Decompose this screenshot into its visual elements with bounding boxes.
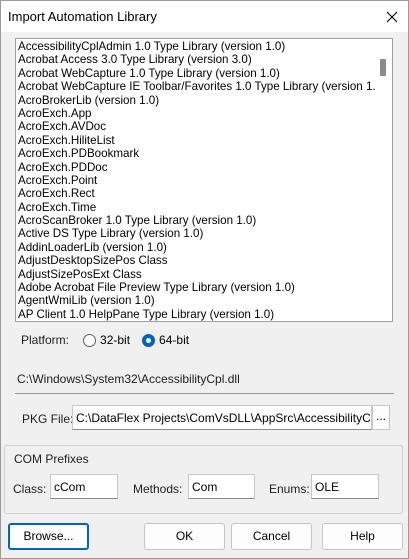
library-list-item[interactable]: Acrobat Access 3.0 Type Library (version…: [16, 53, 375, 66]
scrollbar-thumb[interactable]: [380, 59, 386, 76]
library-list-item[interactable]: AcroExch.Point: [16, 174, 375, 187]
list-scrollbar[interactable]: [375, 39, 392, 321]
library-list-item[interactable]: AcroScanBroker 1.0 Type Library (version…: [16, 214, 375, 227]
platform-label: Platform:: [21, 333, 70, 347]
methods-prefix-label: Methods:: [133, 482, 183, 496]
help-button[interactable]: Help: [322, 523, 403, 550]
cancel-button[interactable]: Cancel: [231, 523, 312, 550]
library-list-item[interactable]: AcroExch.Rect: [16, 187, 375, 200]
library-path-display: C:\Windows\System32\AccessibilityCpl.dll: [15, 368, 394, 394]
library-list-item[interactable]: AcroExch.PDDoc: [16, 161, 375, 174]
class-prefix-input[interactable]: cCom: [50, 474, 118, 499]
methods-prefix-input[interactable]: Com: [188, 474, 255, 499]
pkg-file-label: PKG File:: [22, 412, 74, 426]
library-list-item[interactable]: Active DS Type Library (version 1.0): [16, 227, 375, 240]
radio-64-bit[interactable]: 64-bit: [142, 333, 189, 347]
library-list-item[interactable]: AcroBrokerLib (version 1.0): [16, 94, 375, 107]
radio-64-bit-label: 64-bit: [159, 333, 190, 347]
library-list-item[interactable]: Acrobat WebCapture IE Toolbar/Favorites …: [16, 80, 375, 93]
radio-circle-icon: [83, 333, 97, 347]
class-prefix-label: Class:: [13, 482, 47, 496]
library-list-item[interactable]: AP Client 1.0 HelpPane Type Library (ver…: [16, 308, 375, 321]
library-list-item[interactable]: AdjustDesktopSizePos Class: [16, 254, 375, 267]
library-list-item[interactable]: Acrobat WebCapture 1.0 Type Library (ver…: [16, 67, 375, 80]
library-list-item[interactable]: AdjustSizePosExt Class: [16, 268, 375, 281]
enums-prefix-label: Enums:: [269, 482, 310, 496]
title-bar: Import Automation Library: [0, 0, 409, 32]
library-list-item[interactable]: AddinLoaderLib (version 1.0): [16, 241, 375, 254]
close-icon: [386, 11, 398, 22]
close-button[interactable]: [376, 1, 408, 32]
browse-button[interactable]: Browse...: [8, 523, 89, 550]
pkg-file-input[interactable]: C:\DataFlex Projects\ComVsDLL\AppSrc\Acc…: [72, 405, 372, 430]
library-list-item[interactable]: AcroExch.HiliteList: [16, 134, 375, 147]
library-list-item[interactable]: AgentWmiLib (version 1.0): [16, 294, 375, 307]
library-list-item[interactable]: AcroExch.App: [16, 107, 375, 120]
library-list-item[interactable]: Adobe Acrobat File Preview Type Library …: [16, 281, 375, 294]
com-prefixes-title: COM Prefixes: [14, 452, 89, 466]
platform-row: Platform: 32-bit 64-bit: [15, 326, 394, 354]
ok-button[interactable]: OK: [144, 523, 225, 550]
library-list-item[interactable]: AccessibilityCplAdmin 1.0 Type Library (…: [16, 40, 375, 53]
radio-32-bit[interactable]: 32-bit: [83, 333, 130, 347]
enums-prefix-input[interactable]: OLE: [311, 474, 379, 499]
radio-checked-icon: [142, 333, 156, 347]
window-title: Import Automation Library: [8, 9, 157, 24]
library-list-items: AccessibilityCplAdmin 1.0 Type Library (…: [16, 40, 375, 321]
pkg-file-browse-button[interactable]: ...: [372, 405, 390, 430]
library-list-item[interactable]: AcroExch.Time: [16, 201, 375, 214]
library-listbox[interactable]: AccessibilityCplAdmin 1.0 Type Library (…: [15, 38, 393, 322]
radio-32-bit-label: 32-bit: [100, 333, 131, 347]
library-list-item[interactable]: AcroExch.AVDoc: [16, 120, 375, 133]
library-list-item[interactable]: AcroExch.PDBookmark: [16, 147, 375, 160]
